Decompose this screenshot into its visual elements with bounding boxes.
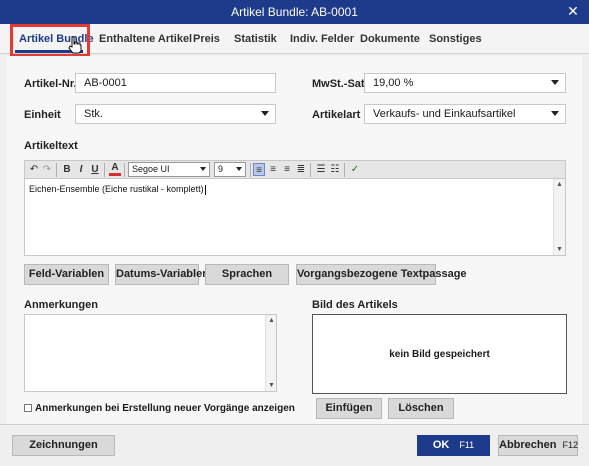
toolbar-separator — [56, 163, 57, 177]
window-titlebar: Artikel Bundle: AB-0001 ✕ — [0, 0, 589, 24]
loeschen-button[interactable]: Löschen — [388, 398, 454, 419]
scroll-down-icon[interactable]: ▼ — [266, 380, 277, 391]
scroll-up-icon[interactable]: ▲ — [266, 315, 277, 326]
einheit-value: Stk. — [84, 108, 103, 120]
align-center-icon[interactable]: ≡ — [267, 163, 279, 176]
anmerkungen-textarea[interactable]: ▲ ▼ — [24, 314, 277, 392]
align-justify-icon[interactable]: ≣ — [295, 163, 307, 176]
artikeltext-label: Artikeltext — [24, 140, 78, 152]
editor-text-line: Eichen-Ensemble (Eiche rustikal - komple… — [29, 184, 206, 195]
numbered-list-icon[interactable]: ☷ — [329, 163, 341, 176]
anmerkungen-checkbox[interactable] — [24, 404, 32, 412]
anmerkungen-scrollbar[interactable]: ▲ ▼ — [265, 315, 276, 391]
abbrechen-label: Abbrechen — [499, 439, 557, 451]
tab-preis[interactable]: Preis — [193, 33, 220, 45]
artikelart-value: Verkaufs- und Einkaufsartikel — [373, 108, 516, 120]
font-name-select[interactable]: Segoe UI — [128, 162, 210, 177]
toolbar-separator — [124, 163, 125, 177]
no-image-message: kein Bild gespeichert — [389, 349, 490, 360]
chevron-down-icon — [200, 167, 206, 171]
anmerkungen-label: Anmerkungen — [24, 299, 98, 311]
scroll-up-icon[interactable]: ▲ — [554, 179, 565, 190]
text-caret — [204, 184, 206, 195]
spellcheck-icon[interactable]: ✓ — [349, 163, 361, 176]
bild-label: Bild des Artikels — [312, 299, 398, 311]
artikel-nr-field[interactable]: AB-0001 — [75, 73, 276, 93]
editor-scrollbar[interactable]: ▲ ▼ — [553, 179, 565, 255]
einheit-label: Einheit — [24, 109, 61, 121]
vorgangsbezogene-textpassage-button[interactable]: Vorgangsbezogene Textpassage — [296, 264, 467, 285]
bold-icon[interactable]: B — [61, 163, 73, 176]
artikelart-label: Artikelart — [312, 109, 361, 121]
artikel-nr-label: Artikel-Nr. — [24, 78, 77, 90]
font-name-value: Segoe UI — [132, 164, 170, 174]
bullet-list-icon[interactable]: ☰ — [315, 163, 327, 176]
underline-icon[interactable]: U — [89, 163, 101, 176]
tab-enthaltene-artikel[interactable]: Enthaltene Artikel — [99, 33, 192, 45]
toolbar-separator — [104, 163, 105, 177]
abbrechen-button[interactable]: Abbrechen F12 — [498, 435, 578, 456]
editor-text: Eichen-Ensemble (Eiche rustikal - komple… — [29, 184, 204, 194]
ok-shortcut: F11 — [459, 440, 475, 450]
toolbar-separator — [250, 163, 251, 177]
hand-cursor-icon — [68, 36, 82, 54]
align-right-icon[interactable]: ≡ — [281, 163, 293, 176]
window-title: Artikel Bundle: AB-0001 — [231, 5, 358, 19]
anmerkungen-checkbox-label: Anmerkungen bei Erstellung neuer Vorgäng… — [35, 403, 295, 414]
article-text-editor[interactable]: Eichen-Ensemble (Eiche rustikal - komple… — [24, 179, 566, 256]
scroll-down-icon[interactable]: ▼ — [554, 244, 565, 255]
artikelart-select[interactable]: Verkaufs- und Einkaufsartikel — [364, 104, 566, 124]
undo-icon[interactable]: ↶ — [28, 163, 40, 176]
align-left-icon[interactable]: ≡ — [253, 163, 265, 176]
chevron-down-icon — [261, 111, 269, 116]
font-color-icon[interactable]: A — [109, 163, 121, 176]
sprachen-button[interactable]: Sprachen — [205, 264, 289, 285]
close-icon[interactable]: ✕ — [565, 3, 581, 19]
chevron-down-icon — [236, 167, 242, 171]
font-size-value: 9 — [218, 164, 224, 174]
ok-button[interactable]: OK F11 — [417, 435, 490, 456]
einheit-select[interactable]: Stk. — [75, 104, 276, 124]
einfuegen-button[interactable]: Einfügen — [316, 398, 382, 419]
mwst-value: 19,00 % — [373, 77, 414, 89]
feld-variablen-button[interactable]: Feld-Variablen — [24, 264, 109, 285]
abbrechen-shortcut: F12 — [562, 440, 578, 450]
datums-variablen-button[interactable]: Datums-Variablen — [115, 264, 209, 285]
toolbar-separator — [344, 163, 345, 177]
chevron-down-icon — [551, 111, 559, 116]
article-image-box: kein Bild gespeichert — [312, 314, 567, 394]
ok-label: OK — [432, 439, 450, 451]
tab-dokumente[interactable]: Dokumente — [360, 33, 420, 45]
editor-toolbar: ↶ ↷ B I U A Segoe UI 9 ≡ ≡ ≡ ≣ ☰ ☷ ✓ — [24, 160, 566, 179]
mwst-select[interactable]: 19,00 % — [364, 73, 566, 93]
italic-icon[interactable]: I — [75, 163, 87, 176]
zeichnungen-button[interactable]: Zeichnungen — [12, 435, 115, 456]
toolbar-separator — [310, 163, 311, 177]
font-size-select[interactable]: 9 — [214, 162, 246, 177]
redo-icon[interactable]: ↷ — [41, 163, 53, 176]
tab-statistik[interactable]: Statistik — [234, 33, 277, 45]
mwst-label: MwSt.-Satz — [312, 78, 371, 90]
tab-sonstiges[interactable]: Sonstiges — [429, 33, 482, 45]
chevron-down-icon — [551, 80, 559, 85]
tab-indiv-felder[interactable]: Indiv. Felder — [290, 33, 354, 45]
